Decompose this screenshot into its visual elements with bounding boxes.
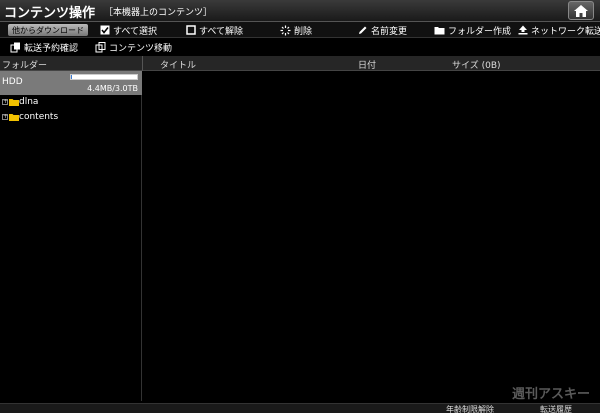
rename-button[interactable]: 名前変更: [358, 24, 408, 37]
folder-name: contents: [19, 112, 59, 122]
folder-icon: [9, 99, 19, 106]
download-from-other-button[interactable]: 他からダウンロード: [8, 24, 88, 36]
column-header: フォルダー タイトル 日付 サイズ (0B): [0, 56, 600, 71]
title-bar: コンテンツ操作 ［本機器上のコンテンツ］: [0, 0, 600, 22]
folder-sidebar: HDD 4.4MB/3.0TB + dlna + contents: [0, 71, 142, 401]
title-column-header[interactable]: タイトル: [160, 58, 196, 71]
document-copy-icon: [10, 42, 20, 53]
select-all-button[interactable]: すべて選択: [100, 24, 158, 37]
move-content-button[interactable]: コンテンツ移動: [95, 41, 172, 54]
network-transfer-button[interactable]: ネットワーク転送: [518, 24, 600, 37]
transfer-history-button[interactable]: 転送履歴: [540, 404, 572, 413]
delete-button[interactable]: 削除: [280, 24, 313, 37]
folder-item-dlna[interactable]: + dlna: [2, 97, 38, 107]
folder-icon: [9, 114, 19, 121]
delete-label: 削除: [294, 26, 313, 37]
home-button[interactable]: [568, 1, 594, 20]
toolbar: 他からダウンロード すべて選択 すべて解除 削除 名前変更 フォルダー作成 ネッ…: [0, 22, 600, 38]
folder-item-contents[interactable]: + contents: [2, 112, 58, 122]
document-move-icon: [95, 42, 106, 53]
checkbox-empty-icon: [186, 25, 196, 35]
deselect-all-label: すべて解除: [199, 26, 244, 37]
date-column-header[interactable]: 日付: [358, 58, 376, 71]
deselect-all-button[interactable]: すべて解除: [186, 24, 244, 37]
sub-toolbar: 転送予約確認 コンテンツ移動: [0, 39, 600, 56]
transfer-reservation-label: 転送予約確認: [24, 44, 79, 54]
storage-usage-text: 4.4MB/3.0TB: [87, 84, 138, 93]
app-subtitle: ［本機器上のコンテンツ］: [104, 8, 213, 18]
new-folder-label: フォルダー作成: [448, 26, 512, 37]
expand-icon[interactable]: +: [2, 99, 8, 105]
storage-usage-bar: [70, 74, 138, 80]
size-column-header[interactable]: サイズ (0B): [452, 58, 501, 71]
pencil-icon: [359, 26, 367, 34]
new-folder-button[interactable]: フォルダー作成: [434, 24, 512, 37]
rename-label: 名前変更: [371, 26, 408, 37]
sparkle-delete-icon: [280, 25, 291, 35]
home-icon: [574, 4, 588, 17]
upload-icon: [518, 25, 528, 35]
checkbox-checked-icon: [100, 25, 110, 35]
folder-icon: [434, 26, 445, 34]
expand-icon[interactable]: +: [2, 114, 8, 120]
storage-name: HDD: [2, 77, 23, 87]
folder-column-header: フォルダー: [2, 61, 48, 71]
storage-row[interactable]: HDD 4.4MB/3.0TB: [0, 71, 142, 95]
transfer-reservation-button[interactable]: 転送予約確認: [10, 41, 78, 54]
publisher-watermark: 週刊アスキー: [511, 387, 590, 402]
folder-name: dlna: [19, 97, 39, 107]
app-title: コンテンツ操作: [4, 6, 96, 21]
storage-usage-fill: [71, 75, 72, 79]
move-content-label: コンテンツ移動: [109, 44, 173, 54]
age-restriction-unlock-button[interactable]: 年齢制限解除: [446, 404, 494, 413]
select-all-label: すべて選択: [113, 26, 158, 37]
content-list: [143, 71, 600, 401]
network-transfer-label: ネットワーク転送: [531, 26, 600, 37]
footer-bar: 年齢制限解除 転送履歴: [0, 403, 600, 413]
header-divider: [142, 56, 143, 71]
